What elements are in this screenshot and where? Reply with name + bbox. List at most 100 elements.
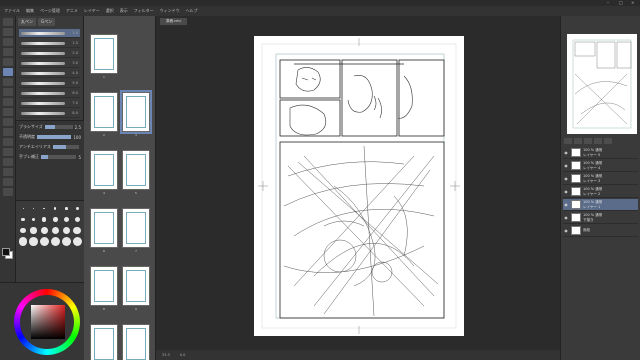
layer-row[interactable]: ◉ 100 % 通常 下描き: [563, 212, 638, 224]
page-thumbnail[interactable]: 6: [90, 208, 118, 253]
brush-size-preset[interactable]: [19, 226, 27, 235]
brush-size-preset[interactable]: [72, 237, 82, 246]
property-slider[interactable]: [41, 155, 77, 159]
brush-preset[interactable]: 1.5: [19, 39, 80, 48]
page-thumbnail[interactable]: 8: [90, 266, 118, 311]
page-thumbnail[interactable]: 10: [90, 324, 118, 360]
menu-animation[interactable]: アニメ: [66, 8, 78, 14]
eye-icon[interactable]: ◉: [563, 202, 569, 207]
layer-row[interactable]: ◉ 100 % 通常 レイヤー 3: [563, 173, 638, 185]
brush-size-preset[interactable]: [29, 215, 38, 224]
close-button[interactable]: ×: [631, 1, 637, 5]
brush-size-preset[interactable]: [29, 237, 38, 246]
brush-size-preset[interactable]: [50, 237, 60, 246]
new-layer-icon[interactable]: [564, 138, 572, 144]
brush-size-preset[interactable]: [19, 237, 28, 246]
eye-icon[interactable]: ◉: [563, 215, 569, 220]
new-folder-icon[interactable]: [574, 138, 582, 144]
brush-size-preset[interactable]: [39, 237, 49, 246]
page-thumbnail[interactable]: 7: [122, 208, 150, 253]
lasso-tool-icon[interactable]: [3, 48, 13, 56]
select-tool-icon[interactable]: [3, 38, 13, 46]
eye-icon[interactable]: ◉: [563, 189, 569, 194]
layer-row[interactable]: ◉ 100 % 通常 レイヤー 1: [563, 199, 638, 211]
page-thumbnail[interactable]: 5: [122, 150, 150, 195]
page-thumbnail[interactable]: 9: [122, 266, 150, 311]
move-tool-icon[interactable]: [3, 28, 13, 36]
manga-page[interactable]: [254, 36, 464, 336]
correction-tool-icon[interactable]: [3, 188, 13, 196]
lock-icon[interactable]: [594, 138, 602, 144]
document-tab[interactable]: 原稿.cmc: [160, 18, 188, 25]
saturation-value-square[interactable]: [31, 305, 65, 339]
brush-preset[interactable]: 2.0: [19, 49, 80, 58]
brush-preset[interactable]: 3.0: [19, 59, 80, 68]
page-thumbnail[interactable]: 4: [90, 150, 118, 195]
menu-file[interactable]: ファイル: [4, 8, 20, 14]
menu-layer[interactable]: レイヤー: [84, 8, 100, 14]
brush-preset[interactable]: 8.0: [19, 109, 80, 118]
brush-size-preset[interactable]: [62, 226, 71, 235]
zoom-tool-icon[interactable]: [3, 18, 13, 26]
property-slider[interactable]: [52, 145, 79, 149]
menu-select[interactable]: 選択: [106, 8, 114, 14]
brush-size-preset[interactable]: [73, 204, 82, 213]
brush-size-preset[interactable]: [73, 226, 82, 235]
eraser-tool-icon[interactable]: [3, 108, 13, 116]
page-thumbnail[interactable]: 2: [90, 92, 118, 137]
frame-tool-icon[interactable]: [3, 148, 13, 156]
property-slider[interactable]: [44, 125, 73, 129]
eye-icon[interactable]: ◉: [563, 176, 569, 181]
brush-size-preset[interactable]: [40, 215, 49, 224]
maximize-button[interactable]: □: [619, 1, 625, 5]
eye-icon[interactable]: ◉: [563, 228, 569, 233]
text-tool-icon[interactable]: [3, 168, 13, 176]
foreground-color-swatch[interactable]: [2, 248, 10, 256]
tab-maru-pen[interactable]: 丸ペン: [18, 18, 36, 26]
layer-row[interactable]: ◉ 100 % 通常 レイヤー 5: [563, 147, 638, 159]
menu-help[interactable]: ヘルプ: [186, 8, 198, 14]
pencil-tool-icon[interactable]: [3, 78, 13, 86]
canvas-area[interactable]: 原稿.cmc: [156, 16, 560, 360]
menu-window[interactable]: ウィンドウ: [160, 8, 180, 14]
brush-size-preset[interactable]: [62, 215, 71, 224]
page-thumbnail[interactable]: 3: [120, 90, 152, 137]
brush-size-preset[interactable]: [61, 237, 71, 246]
brush-size-preset[interactable]: [51, 226, 60, 235]
mask-icon[interactable]: [584, 138, 592, 144]
eye-icon[interactable]: ◉: [563, 163, 569, 168]
hue-ring[interactable]: [14, 289, 80, 355]
brush-size-preset[interactable]: [19, 204, 27, 213]
navigator-preview[interactable]: [567, 34, 637, 134]
brush-size-preset[interactable]: [40, 204, 49, 213]
layer-row[interactable]: ◉ 用紙: [563, 225, 638, 237]
brush-preset[interactable]: 4.0: [19, 69, 80, 78]
shape-tool-icon[interactable]: [3, 138, 13, 146]
eyedropper-tool-icon[interactable]: [3, 58, 13, 66]
brush-size-preset[interactable]: [29, 204, 38, 213]
menu-edit[interactable]: 編集: [26, 8, 34, 14]
airbrush-tool-icon[interactable]: [3, 98, 13, 106]
brush-size-preset[interactable]: [62, 204, 71, 213]
eye-icon[interactable]: ◉: [563, 150, 569, 155]
page-thumbnail[interactable]: 11: [122, 324, 150, 360]
angle-readout[interactable]: 0.0: [180, 353, 186, 357]
layer-row[interactable]: ◉ 100 % 通常 レイヤー 4: [563, 160, 638, 172]
brush-size-preset[interactable]: [29, 226, 38, 235]
brush-preset[interactable]: 5.0: [19, 79, 80, 88]
property-slider[interactable]: [37, 135, 72, 139]
fill-tool-icon[interactable]: [3, 118, 13, 126]
brush-preset[interactable]: 7.0: [19, 99, 80, 108]
menu-page[interactable]: ページ管理: [40, 8, 60, 14]
brush-size-preset[interactable]: [51, 204, 60, 213]
trash-icon[interactable]: [604, 138, 612, 144]
pen-tool-icon[interactable]: [3, 68, 13, 76]
gradient-tool-icon[interactable]: [3, 128, 13, 136]
brush-size-preset[interactable]: [51, 215, 60, 224]
brush-preset[interactable]: 1.0: [19, 29, 80, 38]
minimize-button[interactable]: –: [607, 1, 613, 5]
menu-view[interactable]: 表示: [120, 8, 128, 14]
zoom-readout[interactable]: 33.3: [162, 353, 170, 357]
brush-size-preset[interactable]: [73, 215, 82, 224]
page-thumbnail[interactable]: 1: [90, 34, 118, 79]
